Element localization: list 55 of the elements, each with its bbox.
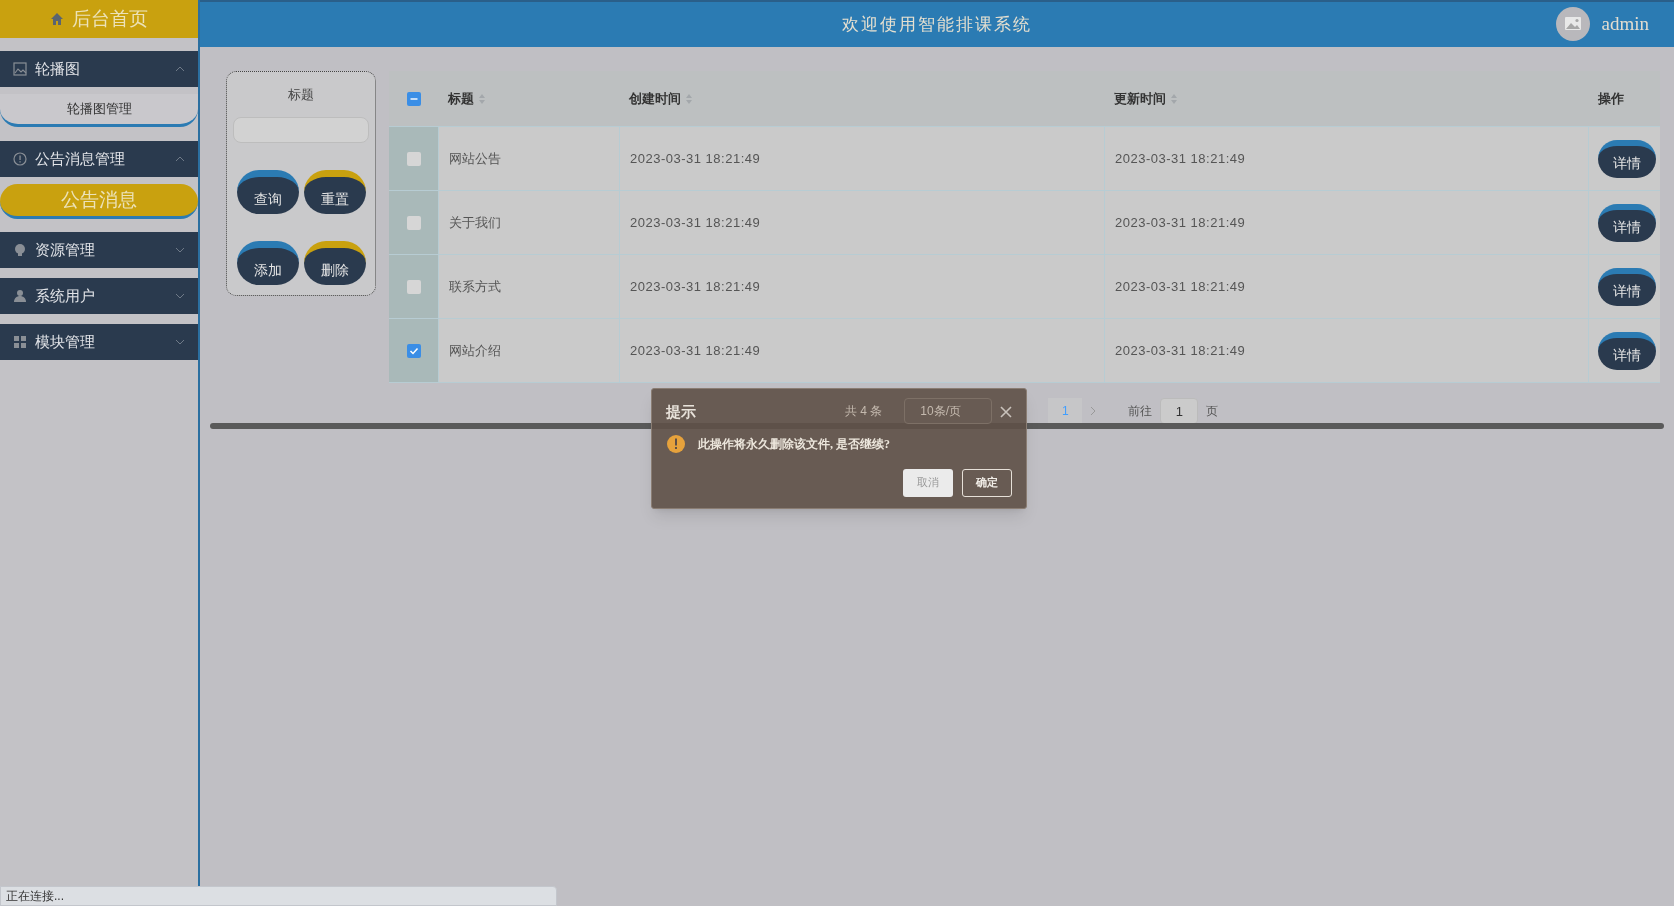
column-header[interactable]: 创建时间: [629, 88, 681, 109]
total-count: 共 4 条: [845, 403, 883, 420]
status-bar: 正在连接...: [0, 886, 557, 906]
table-cell: 联系方式: [438, 255, 619, 318]
column-header: 操作: [1598, 89, 1624, 108]
details-button[interactable]: 详情: [1598, 203, 1656, 242]
goto-label: 前往: [1128, 403, 1153, 420]
bulb-icon: [13, 243, 27, 257]
avatar-icon[interactable]: [1555, 7, 1590, 41]
details-button[interactable]: 详情: [1598, 267, 1656, 306]
field-label: 标题: [288, 86, 314, 104]
warning-icon: [666, 433, 686, 454]
menu-item[interactable]: 系统用户: [0, 278, 198, 314]
page-suffix: 页: [1206, 403, 1219, 420]
user-icon: [13, 289, 27, 303]
action-button[interactable]: 删除: [303, 240, 366, 285]
home-icon: [50, 12, 64, 26]
table-cell: 2023-03-31 18:21:49: [619, 191, 1104, 254]
action-button[interactable]: 重置: [303, 169, 366, 214]
page-input[interactable]: 1: [1160, 398, 1199, 424]
checkbox[interactable]: [406, 279, 421, 294]
checkbox[interactable]: [406, 215, 421, 230]
table-cell: 网站介绍: [438, 319, 619, 382]
table-cell: 2023-03-31 18:21:49: [619, 255, 1104, 318]
table-cell: 2023-03-31 18:21:49: [619, 319, 1104, 382]
checkbox-indeterminate[interactable]: [406, 91, 421, 106]
confirm-button[interactable]: 确定: [962, 468, 1012, 497]
page-title: 欢迎使用智能排课系统: [842, 13, 1032, 36]
column-header[interactable]: 标题: [448, 88, 474, 109]
table-cell: 2023-03-31 18:21:49: [1104, 255, 1588, 318]
checkbox-checked[interactable]: [406, 343, 421, 358]
submenu-item[interactable]: 轮播图管理: [0, 94, 198, 127]
action-button[interactable]: 添加: [236, 240, 299, 285]
checkbox[interactable]: [406, 151, 421, 166]
menu-item[interactable]: 公告消息管理: [0, 141, 198, 177]
close-icon[interactable]: [1000, 406, 1012, 419]
grid-icon: [13, 335, 27, 349]
table-cell: 2023-03-31 18:21:49: [619, 127, 1104, 190]
details-button[interactable]: 详情: [1598, 331, 1656, 370]
image-icon: [13, 62, 27, 76]
menu-item[interactable]: 资源管理: [0, 232, 198, 268]
table-cell: 2023-03-31 18:21:49: [1104, 127, 1588, 190]
table-cell: 网站公告: [438, 127, 619, 190]
info-icon: [13, 152, 27, 166]
next-page-icon: [1090, 406, 1097, 416]
action-button[interactable]: 查询: [236, 169, 299, 214]
dialog-message: 此操作将永久删除该文件, 是否继续?: [698, 435, 890, 453]
details-button[interactable]: 详情: [1598, 139, 1656, 178]
table-cell: 2023-03-31 18:21:49: [1104, 191, 1588, 254]
dialog-title: 提示: [666, 403, 696, 422]
menu-item[interactable]: 轮播图: [0, 51, 198, 87]
table-cell: 关于我们: [438, 191, 619, 254]
table-cell: 2023-03-31 18:21:49: [1104, 319, 1588, 382]
menu-item[interactable]: 模块管理: [0, 324, 198, 360]
column-header[interactable]: 更新时间: [1114, 88, 1166, 109]
